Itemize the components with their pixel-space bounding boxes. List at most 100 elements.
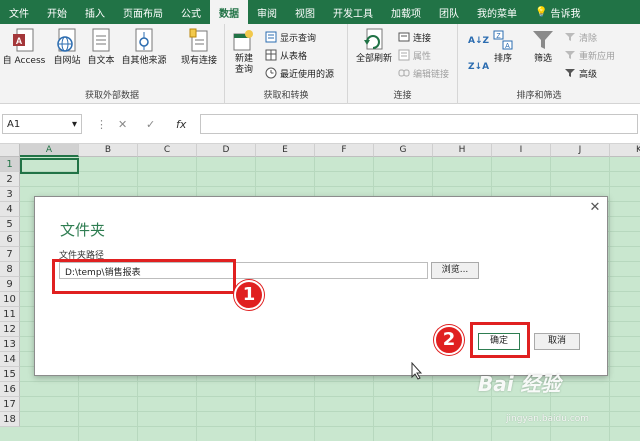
tab-addins[interactable]: 加载项 <box>382 0 430 24</box>
column-header-c[interactable]: C <box>138 144 197 157</box>
row-header-18[interactable]: 18 <box>0 412 20 427</box>
show-queries-button[interactable]: 显示查询 <box>265 30 316 44</box>
sort-ascending-button[interactable]: A↓Z <box>468 34 489 48</box>
chevron-down-icon: ▾ <box>71 118 77 130</box>
row-header-8[interactable]: 8 <box>0 262 20 277</box>
row-header-16[interactable]: 16 <box>0 382 20 397</box>
connections-label: 连接 <box>413 33 432 44</box>
row-header-9[interactable]: 9 <box>0 277 20 292</box>
tab-team[interactable]: 团队 <box>430 0 468 24</box>
watermark-logo: Bai 经验 <box>478 372 561 396</box>
row-header-5[interactable]: 5 <box>0 217 20 232</box>
row-header-4[interactable]: 4 <box>0 202 20 217</box>
insert-function-icon[interactable]: fx <box>176 114 186 134</box>
row-header-17[interactable]: 17 <box>0 397 20 412</box>
group-connections: 全部刷新 连接 属性 编辑链接 连接 <box>348 24 458 104</box>
tab-insert[interactable]: 插入 <box>76 0 114 24</box>
column-header-e[interactable]: E <box>256 144 315 157</box>
row-header-10[interactable]: 10 <box>0 292 20 307</box>
from-text-button[interactable]: 自文本 <box>84 28 118 67</box>
access-icon: A <box>13 28 34 52</box>
tab-review[interactable]: 审阅 <box>248 0 286 24</box>
tab-home[interactable]: 开始 <box>38 0 76 24</box>
row-header-7[interactable]: 7 <box>0 247 20 262</box>
tab-view[interactable]: 视图 <box>286 0 324 24</box>
cancel-edit-icon[interactable]: ✕ <box>118 114 127 134</box>
reapply-button[interactable]: 重新应用 <box>564 48 615 62</box>
from-access-button[interactable]: A 自 Access <box>2 28 46 67</box>
refresh-all-label: 全部刷新 <box>355 54 392 64</box>
svg-text:A: A <box>16 36 23 46</box>
tab-formulas[interactable]: 公式 <box>172 0 210 24</box>
tab-my-menu[interactable]: 我的菜单 <box>468 0 526 24</box>
sort-descending-button[interactable]: Z↓A <box>468 60 489 74</box>
column-header-g[interactable]: G <box>374 144 433 157</box>
tab-data[interactable]: 数据 <box>210 0 248 24</box>
advanced-filter-label: 高级 <box>579 69 598 80</box>
row-header-3[interactable]: 3 <box>0 187 20 202</box>
formula-bar: A1 ▾ ⋮ ✕ ✓ fx <box>0 104 640 144</box>
row-header-14[interactable]: 14 <box>0 352 20 367</box>
connections-icon <box>398 32 410 42</box>
tab-developer[interactable]: 开发工具 <box>324 0 382 24</box>
row-header-12[interactable]: 12 <box>0 322 20 337</box>
name-box[interactable]: A1 ▾ <box>2 114 82 134</box>
reapply-label: 重新应用 <box>579 51 616 62</box>
group-label-sort-filter: 排序和筛选 <box>516 91 562 101</box>
confirm-edit-icon[interactable]: ✓ <box>146 114 155 134</box>
select-all-corner[interactable] <box>0 144 20 157</box>
clear-filter-icon <box>565 33 575 41</box>
column-header-f[interactable]: F <box>315 144 374 157</box>
row-header-6[interactable]: 6 <box>0 232 20 247</box>
grid-row-line <box>20 411 640 412</box>
existing-connections-button[interactable]: 现有连接 <box>176 28 222 67</box>
edit-links-icon <box>398 69 410 77</box>
web-globe-icon <box>57 28 76 52</box>
sort-ascending-icon: A↓Z <box>468 36 490 46</box>
from-other-sources-button[interactable]: 自其他来源 <box>118 28 170 67</box>
properties-button[interactable]: 属性 <box>398 48 431 62</box>
new-query-button[interactable]: 新建 查询 <box>229 28 259 76</box>
step-1-badge: 1 <box>234 280 264 310</box>
row-header-15[interactable]: 15 <box>0 367 20 382</box>
filter-button[interactable]: 筛选 <box>528 28 558 65</box>
refresh-all-button[interactable]: 全部刷新 <box>352 28 396 65</box>
selected-cell-a1[interactable] <box>20 158 79 174</box>
row-header-2[interactable]: 2 <box>0 172 20 187</box>
column-header-d[interactable]: D <box>197 144 256 157</box>
column-header-h[interactable]: H <box>433 144 492 157</box>
sort-button[interactable]: ZA 排序 <box>488 28 518 65</box>
close-icon[interactable]: ✕ <box>587 200 603 216</box>
existing-connections-label: 现有连接 <box>180 56 217 66</box>
clear-filter-button[interactable]: 清除 <box>564 30 597 44</box>
tab-page-layout[interactable]: 页面布局 <box>114 0 172 24</box>
column-header-a[interactable]: A <box>20 144 79 157</box>
svg-text:Z: Z <box>496 33 501 40</box>
tell-me-box[interactable]: 💡 告诉我 <box>526 0 589 24</box>
group-get-external-data: A 自 Access 自网站 自文本 自其他来源 现有连接 获取外部数据 <box>0 24 225 104</box>
svg-text:A: A <box>505 43 510 50</box>
connections-button[interactable]: 连接 <box>398 30 431 44</box>
advanced-filter-button[interactable]: 高级 <box>564 66 597 80</box>
browse-button[interactable]: 浏览... <box>431 262 479 279</box>
from-table-button[interactable]: 从表格 <box>265 48 307 62</box>
row-header-13[interactable]: 13 <box>0 337 20 352</box>
edit-links-button[interactable]: 编辑链接 <box>398 66 449 80</box>
formula-input[interactable] <box>200 114 638 134</box>
tell-me-label: 告诉我 <box>550 8 581 20</box>
column-header-b[interactable]: B <box>79 144 138 157</box>
lightbulb-icon: 💡 <box>535 6 548 18</box>
column-header-j[interactable]: J <box>551 144 610 157</box>
column-header-i[interactable]: I <box>492 144 551 157</box>
existing-connections-icon <box>189 28 208 52</box>
tab-file[interactable]: 文件 <box>0 0 38 24</box>
excel-window: 文件 开始 插入 页面布局 公式 数据 审阅 视图 开发工具 加载项 团队 我的… <box>0 0 640 441</box>
recent-sources-button[interactable]: 最近使用的源 <box>265 66 334 80</box>
column-header-k[interactable]: K <box>610 144 640 157</box>
from-web-button[interactable]: 自网站 <box>50 28 84 67</box>
reapply-icon <box>565 51 575 59</box>
cancel-button[interactable]: 取消 <box>534 333 580 350</box>
row-header-1[interactable]: 1 <box>0 157 20 172</box>
properties-label: 属性 <box>413 51 432 62</box>
row-header-11[interactable]: 11 <box>0 307 20 322</box>
